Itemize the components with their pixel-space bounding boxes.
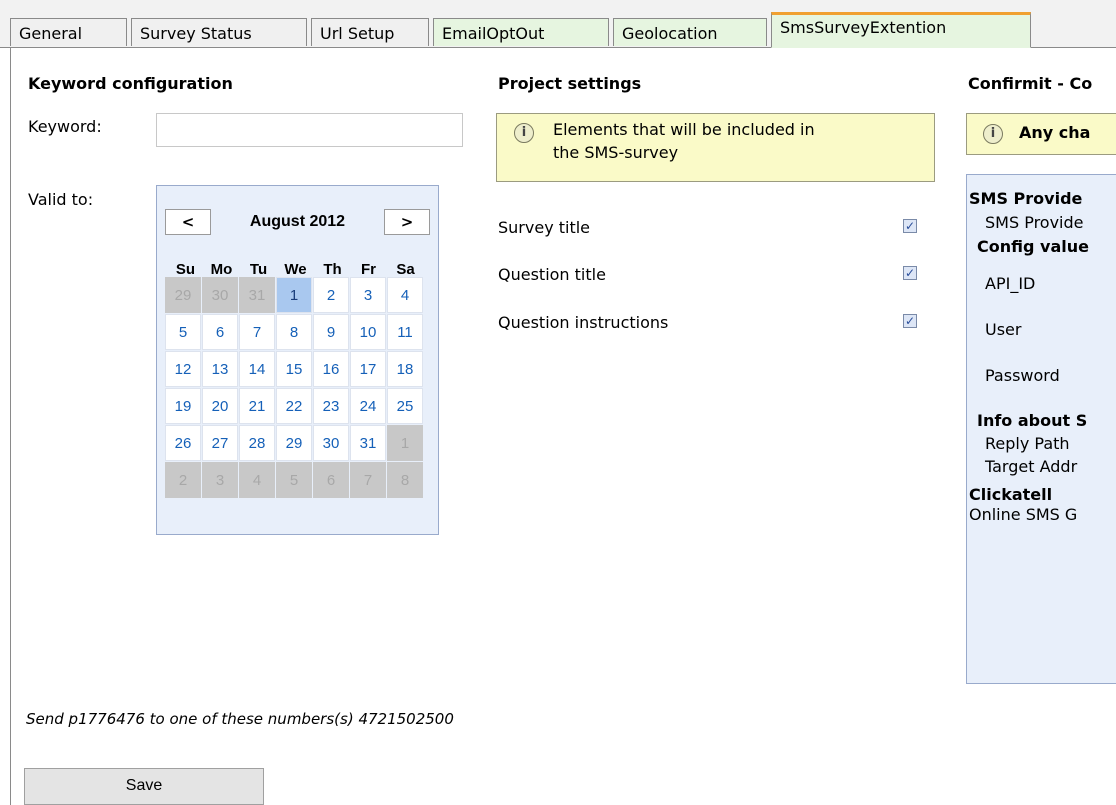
sms-provider-label: SMS Provide (985, 213, 1084, 232)
calendar-day[interactable]: 1 (276, 277, 312, 313)
calendar-day[interactable]: 23 (313, 388, 349, 424)
project-settings-info-box: i Elements that will be included in the … (496, 113, 935, 182)
date-picker-calendar: August 2012 < > Su Mo Tu We Th Fr Sa 29 30 31 1 2 3… (156, 185, 439, 535)
sms-provider-panel: SMS Provide SMS Provide Config value API… (966, 174, 1116, 684)
calendar-day-other-month: 30 (202, 277, 238, 313)
calendar-day[interactable]: 30 (313, 425, 349, 461)
calendar-day[interactable]: 3 (350, 277, 386, 313)
survey-title-checkbox[interactable]: ✓ (903, 219, 917, 233)
calendar-day-other-month: 3 (202, 462, 238, 498)
tab-geolocation[interactable]: Geolocation (613, 18, 767, 46)
reply-path-label: Reply Path (985, 434, 1070, 453)
option-question-title-label: Question title (498, 265, 606, 284)
option-question-instructions-label: Question instructions (498, 313, 669, 332)
password-label: Password (985, 366, 1060, 385)
calendar-day[interactable]: 2 (313, 277, 349, 313)
keyword-label: Keyword: (28, 117, 102, 136)
tab-general[interactable]: General (10, 18, 127, 46)
info-text-line1: Elements that will be included in (553, 120, 815, 139)
calendar-day-other-month: 2 (165, 462, 201, 498)
calendar-day[interactable]: 19 (165, 388, 201, 424)
calendar-day[interactable]: 13 (202, 351, 238, 387)
info-icon: i (514, 123, 534, 143)
confirmit-info-box: i Any cha (966, 113, 1116, 155)
send-instructions: Send p1776476 to one of these numbers(s)… (26, 710, 454, 728)
api-id-label: API_ID (985, 274, 1036, 293)
calendar-day-other-month: 5 (276, 462, 312, 498)
calendar-day[interactable]: 26 (165, 425, 201, 461)
calendar-day[interactable]: 4 (387, 277, 423, 313)
valid-to-label: Valid to: (28, 190, 94, 209)
calendar-day-other-month: 31 (239, 277, 275, 313)
tab-smssurveyextention[interactable]: SmsSurveyExtention (771, 12, 1031, 48)
calendar-day-other-month: 6 (313, 462, 349, 498)
calendar-day[interactable]: 10 (350, 314, 386, 350)
calendar-day-other-month: 29 (165, 277, 201, 313)
info-about-heading: Info about S (977, 411, 1088, 430)
calendar-day-other-month: 8 (387, 462, 423, 498)
confirmit-heading: Confirmit - Co (968, 74, 1093, 93)
calendar-day[interactable]: 11 (387, 314, 423, 350)
calendar-day[interactable]: 14 (239, 351, 275, 387)
question-instructions-checkbox[interactable]: ✓ (903, 314, 917, 328)
calendar-day[interactable]: 27 (202, 425, 238, 461)
calendar-day[interactable]: 25 (387, 388, 423, 424)
calendar-day[interactable]: 31 (350, 425, 386, 461)
calendar-day[interactable]: 9 (313, 314, 349, 350)
config-values-heading: Config value (977, 237, 1089, 256)
weekday-header: Sa (396, 261, 415, 278)
project-settings-heading: Project settings (498, 74, 642, 93)
keyword-input[interactable] (156, 113, 463, 147)
calendar-prev-button[interactable]: < (165, 209, 211, 235)
keyword-config-heading: Keyword configuration (28, 74, 233, 93)
calendar-day[interactable]: 17 (350, 351, 386, 387)
save-button[interactable]: Save (24, 768, 264, 805)
calendar-day[interactable]: 22 (276, 388, 312, 424)
weekday-header: Fr (361, 261, 376, 278)
sms-provider-heading: SMS Provide (969, 189, 1083, 208)
provider-description: Online SMS G (969, 505, 1078, 524)
calendar-day-other-month: 7 (350, 462, 386, 498)
calendar-day[interactable]: 21 (239, 388, 275, 424)
calendar-day[interactable]: 8 (276, 314, 312, 350)
calendar-day[interactable]: 16 (313, 351, 349, 387)
tab-emailoptout[interactable]: EmailOptOut (433, 18, 609, 46)
confirmit-info-text: Any cha (1019, 123, 1091, 142)
weekday-header: We (284, 261, 307, 278)
calendar-day[interactable]: 5 (165, 314, 201, 350)
calendar-day[interactable]: 18 (387, 351, 423, 387)
option-survey-title-label: Survey title (498, 218, 591, 237)
tab-bar: General Survey Status Url Setup EmailOpt… (0, 0, 1116, 48)
calendar-day[interactable]: 20 (202, 388, 238, 424)
calendar-day-other-month: 4 (239, 462, 275, 498)
weekday-header: Su (175, 261, 196, 278)
calendar-day[interactable]: 24 (350, 388, 386, 424)
calendar-day[interactable]: 15 (276, 351, 312, 387)
weekday-header: Mo (210, 261, 233, 278)
calendar-day[interactable]: 6 (202, 314, 238, 350)
weekday-header: Th (323, 261, 342, 278)
calendar-day[interactable]: 12 (165, 351, 201, 387)
calendar-day[interactable]: 29 (276, 425, 312, 461)
tab-survey-status[interactable]: Survey Status (131, 18, 307, 46)
info-text-line2: the SMS-survey (553, 143, 679, 162)
target-addr-label: Target Addr (985, 457, 1078, 476)
calendar-day-other-month: 1 (387, 425, 423, 461)
question-title-checkbox[interactable]: ✓ (903, 266, 917, 280)
provider-name: Clickatell (969, 485, 1053, 504)
content-border (10, 47, 11, 805)
weekday-header: Tu (249, 261, 268, 278)
calendar-day[interactable]: 7 (239, 314, 275, 350)
calendar-next-button[interactable]: > (384, 209, 430, 235)
user-label: User (985, 320, 1022, 339)
tab-url-setup[interactable]: Url Setup (311, 18, 429, 46)
info-icon: i (983, 124, 1003, 144)
calendar-day[interactable]: 28 (239, 425, 275, 461)
